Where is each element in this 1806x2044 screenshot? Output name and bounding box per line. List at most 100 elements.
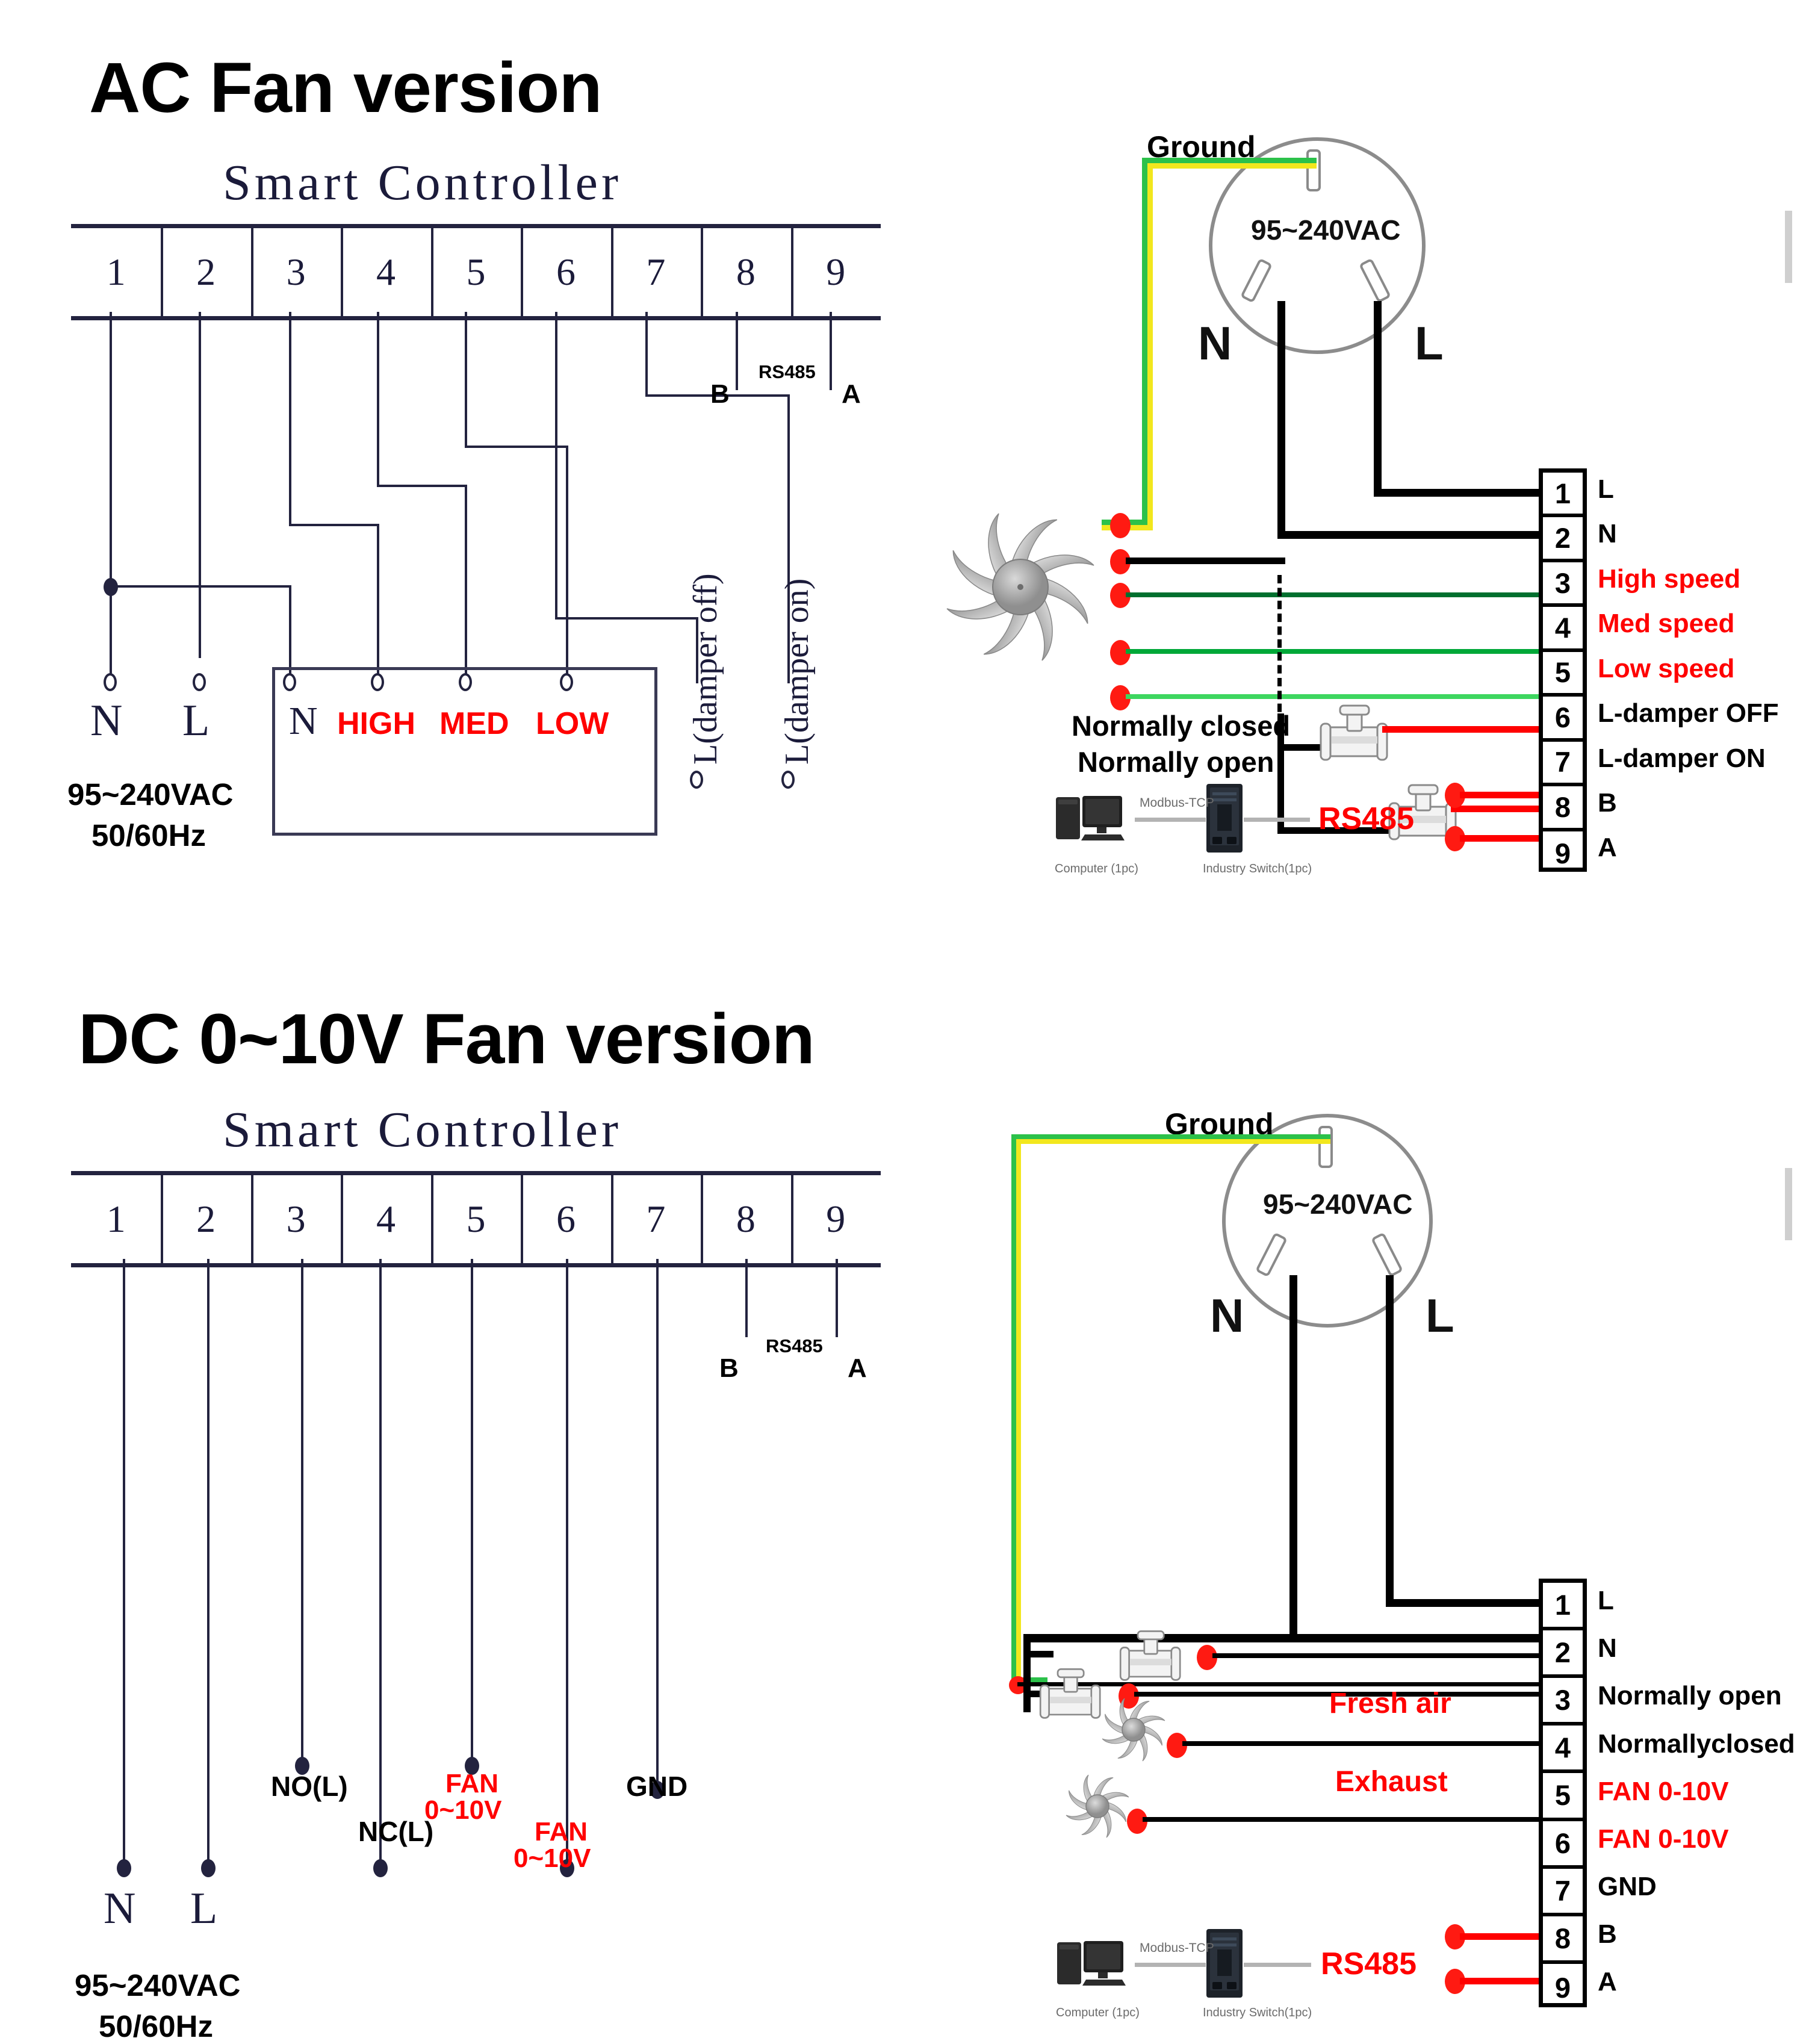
ac-device-terminal-block: 1 2 3 4 5 6 7 8 9 [1539, 468, 1587, 872]
dc-line-wire-h [1386, 1599, 1547, 1607]
dc-block-row-number: 5 [1554, 1779, 1571, 1812]
dc-block-row-6[interactable]: 6 [1543, 1821, 1583, 1869]
ac-terminal-3[interactable]: 3 [251, 228, 344, 316]
ac-label-damper-on: L(damper on) [778, 578, 816, 765]
dc-label-l: L [190, 1884, 218, 1933]
dc-block-label-4: Normallyclosed [1598, 1729, 1795, 1759]
dc-label-n: N [104, 1884, 136, 1933]
ac-label-rs485-b: B [710, 379, 730, 409]
ac-modbus-link-right [1244, 818, 1310, 822]
dc-terminal-9[interactable]: 9 [791, 1175, 881, 1263]
dc-block-row-7[interactable]: 7 [1543, 1869, 1583, 1916]
ac-rs485-bus-label: RS485 [1318, 801, 1414, 836]
dc-industry-switch-icon [1204, 1928, 1245, 1999]
dc-ground-wire-yellow-h [1011, 1139, 1330, 1144]
ac-block-row-6[interactable]: 6 [1543, 697, 1583, 742]
ac-fan-wire-med [1126, 649, 1547, 654]
ac-terminal-4[interactable]: 4 [341, 228, 433, 316]
ac-wire-t7-v [645, 312, 648, 396]
ac-label-normally-open: Normally open [1078, 746, 1274, 778]
dc-computer-icon [1055, 1934, 1130, 1997]
ac-controller-title: Smart Controller [223, 155, 622, 211]
ac-terminal-label: 7 [646, 250, 666, 293]
dc-edge-mark-top [1785, 1168, 1792, 1240]
dc-label-rs485-a: A [848, 1353, 867, 1383]
dc-label-nc-l: NC(L) [358, 1816, 434, 1847]
ac-block-row-number: 7 [1554, 746, 1571, 778]
dc-block-label-8: B [1598, 1919, 1617, 1949]
ac-industry-switch-icon [1204, 783, 1245, 854]
ac-wire-t2 [199, 312, 201, 658]
dc-terminal-1[interactable]: 1 [71, 1175, 164, 1263]
dc-block-row-number: 8 [1554, 1922, 1571, 1954]
dc-socket-ground-pin [1318, 1126, 1333, 1168]
dc-block-row-1[interactable]: 1 [1543, 1583, 1583, 1631]
ac-block-row-number: 3 [1554, 567, 1571, 599]
ac-block-row-5[interactable]: 5 [1543, 652, 1583, 697]
ac-switch-caption: Industry Switch(1pc) [1203, 862, 1312, 875]
dc-label-no-l: NO(L) [271, 1771, 348, 1802]
ac-block-row-1[interactable]: 1 [1543, 473, 1583, 518]
ac-line-wire-h [1374, 489, 1545, 497]
ac-socket-ground-pin [1306, 149, 1321, 191]
ac-terminal-9[interactable]: 9 [791, 228, 881, 316]
dc-supply-voltage: 95~240VAC [75, 1968, 241, 2002]
dc-block-row-5[interactable]: 5 [1543, 1773, 1583, 1821]
dc-block-row-2[interactable]: 2 [1543, 1630, 1583, 1679]
ac-fan-wire-high [1126, 592, 1547, 597]
ac-wire-t6-v [555, 312, 557, 619]
dc-terminal-2[interactable]: 2 [161, 1175, 253, 1263]
ac-supply-frequency: 50/60Hz [92, 818, 206, 853]
ac-valve-normally-closed-icon [1310, 703, 1400, 766]
ac-block-row-2[interactable]: 2 [1543, 517, 1583, 562]
ac-wire-t4-v2 [465, 485, 467, 680]
dc-terminal-5[interactable]: 5 [431, 1175, 524, 1263]
ac-terminal-8[interactable]: 8 [701, 228, 793, 316]
dc-wire-t6 [566, 1259, 568, 1867]
dc-block-row-9[interactable]: 9 [1543, 1964, 1583, 2011]
dc-wire-t1 [123, 1259, 125, 1867]
ac-label-rs485-a: A [842, 379, 861, 409]
dc-block-label-6: FAN 0-10V [1598, 1824, 1729, 1854]
ac-wire-t3-h [289, 524, 379, 526]
dc-terminal-7[interactable]: 7 [611, 1175, 704, 1263]
ac-terminal-2[interactable]: 2 [161, 228, 253, 316]
dc-block-row-8[interactable]: 8 [1543, 1916, 1583, 1964]
dc-terminal-8[interactable]: 8 [701, 1175, 793, 1263]
ac-terminal-1[interactable]: 1 [71, 228, 164, 316]
ac-label-l: L [182, 696, 210, 745]
dc-terminal-label: 2 [196, 1198, 216, 1240]
ac-socket-n: N [1198, 317, 1232, 370]
dc-wire-t3 [301, 1259, 303, 1765]
ac-wire-t6-h [555, 617, 697, 620]
dc-block-row-4[interactable]: 4 [1543, 1726, 1583, 1774]
ac-terminal-5[interactable]: 5 [431, 228, 524, 316]
dc-ground-wire-green-v [1011, 1134, 1016, 1682]
ac-terminal-label: 3 [286, 250, 306, 293]
ac-block-row-7[interactable]: 7 [1543, 742, 1583, 787]
ac-wire-t3-v2 [377, 524, 379, 680]
dc-terminal-4[interactable]: 4 [341, 1175, 433, 1263]
dc-socket-l: L [1426, 1289, 1454, 1342]
ac-block-row-8[interactable]: 8 [1543, 786, 1583, 831]
ac-terminal-7[interactable]: 7 [611, 228, 704, 316]
ac-block-row-4[interactable]: 4 [1543, 607, 1583, 652]
ac-terminal-dot-damper-off [690, 771, 703, 789]
dc-neutral-wire-v [1289, 1275, 1297, 1641]
dc-terminal-label: 4 [376, 1198, 396, 1240]
ac-edge-mark-top [1785, 211, 1792, 283]
ac-block-label-4: Med speed [1598, 609, 1735, 639]
dc-block-label-3: Normally open [1598, 1681, 1782, 1711]
dc-block-label-1: L [1598, 1586, 1614, 1616]
dc-modbus-link-left [1135, 1963, 1206, 1967]
ac-block-row-3[interactable]: 3 [1543, 562, 1583, 607]
dc-rs485-bus-label: RS485 [1321, 1946, 1417, 1981]
dc-label-rs485: RS485 [766, 1335, 823, 1356]
ac-label-n: N [90, 696, 123, 745]
dc-controller-terminal-strip: 1 2 3 4 5 6 7 8 9 [71, 1171, 881, 1267]
dc-terminal-6[interactable]: 6 [521, 1175, 613, 1263]
ac-block-row-9[interactable]: 9 [1543, 831, 1583, 876]
dc-terminal-3[interactable]: 3 [251, 1175, 344, 1263]
dc-block-row-3[interactable]: 3 [1543, 1678, 1583, 1726]
ac-terminal-6[interactable]: 6 [521, 228, 613, 316]
